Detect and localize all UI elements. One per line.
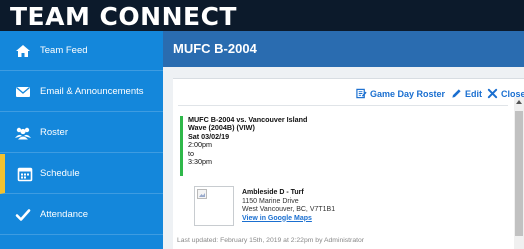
game-day-roster-button[interactable]: Game Day Roster [356, 87, 445, 101]
main-content: Game Day Roster Edit Close MUFC B-2004 v… [163, 67, 524, 249]
last-updated-text: Last updated: February 15th, 2019 at 2:2… [177, 237, 365, 244]
location-details: Ambleside D - Turf 1150 Marine Drive Wes… [242, 189, 335, 223]
event-date: Sat 03/02/19 [188, 131, 230, 141]
game-day-roster-label: Game Day Roster [370, 89, 446, 99]
envelope-icon [14, 83, 32, 101]
sidebar-item-label: Email & Announcements [40, 86, 144, 97]
location-address-line: West Vancouver, BC, V7T1B1 [242, 206, 336, 213]
page-title: MUFC B-2004 [173, 41, 257, 56]
sidebar-item-roster[interactable]: Roster [0, 113, 163, 153]
sidebar-item-label: Roster [40, 127, 68, 138]
calendar-icon [16, 165, 34, 183]
event-details: MUFC B-2004 vs. Vancouver Island Wave (2… [180, 115, 380, 176]
scrollbar-thumb[interactable] [515, 111, 523, 236]
sidebar-item-email-announcements[interactable]: Email & Announcements [0, 72, 163, 112]
event-end-time: 3:30pm [188, 157, 212, 167]
close-icon [487, 88, 501, 101]
pencil-icon [451, 88, 465, 101]
scrollbar[interactable] [514, 97, 524, 249]
edit-label: Edit [465, 89, 482, 99]
google-maps-link[interactable]: View in Google Maps [242, 215, 335, 224]
sidebar-item-label: Attendance [40, 209, 89, 220]
event-card: Game Day Roster Edit Close MUFC B-2004 v… [173, 78, 524, 249]
location-map-image [194, 186, 234, 226]
sidebar: Team Feed Email & Announcements Roster S… [0, 31, 163, 249]
page-header: MUFC B-2004 [163, 31, 524, 67]
app-title: TEAM CONNECT [10, 2, 237, 31]
sidebar-item-attendance[interactable]: Attendance [0, 195, 163, 235]
location-name: Ambleside D - Turf [242, 189, 304, 196]
top-bar: TEAM CONNECT [0, 0, 524, 31]
divider [178, 105, 508, 106]
sidebar-item-label: Team Feed [40, 45, 88, 56]
edit-button[interactable]: Edit [451, 87, 482, 101]
edit-document-icon [356, 88, 370, 101]
users-icon [14, 124, 32, 142]
location-address-line: 1150 Marine Drive [242, 197, 299, 205]
check-icon [14, 206, 32, 224]
sidebar-item-schedule[interactable]: Schedule [0, 154, 163, 194]
sidebar-item-label: Schedule [40, 168, 80, 179]
event-time-separator: to [188, 148, 194, 158]
scroll-up-arrow-icon[interactable] [514, 97, 524, 107]
sidebar-item-team-feed[interactable]: Team Feed [0, 31, 163, 71]
event-start-time: 2:00pm [188, 140, 212, 150]
home-icon [14, 42, 32, 60]
